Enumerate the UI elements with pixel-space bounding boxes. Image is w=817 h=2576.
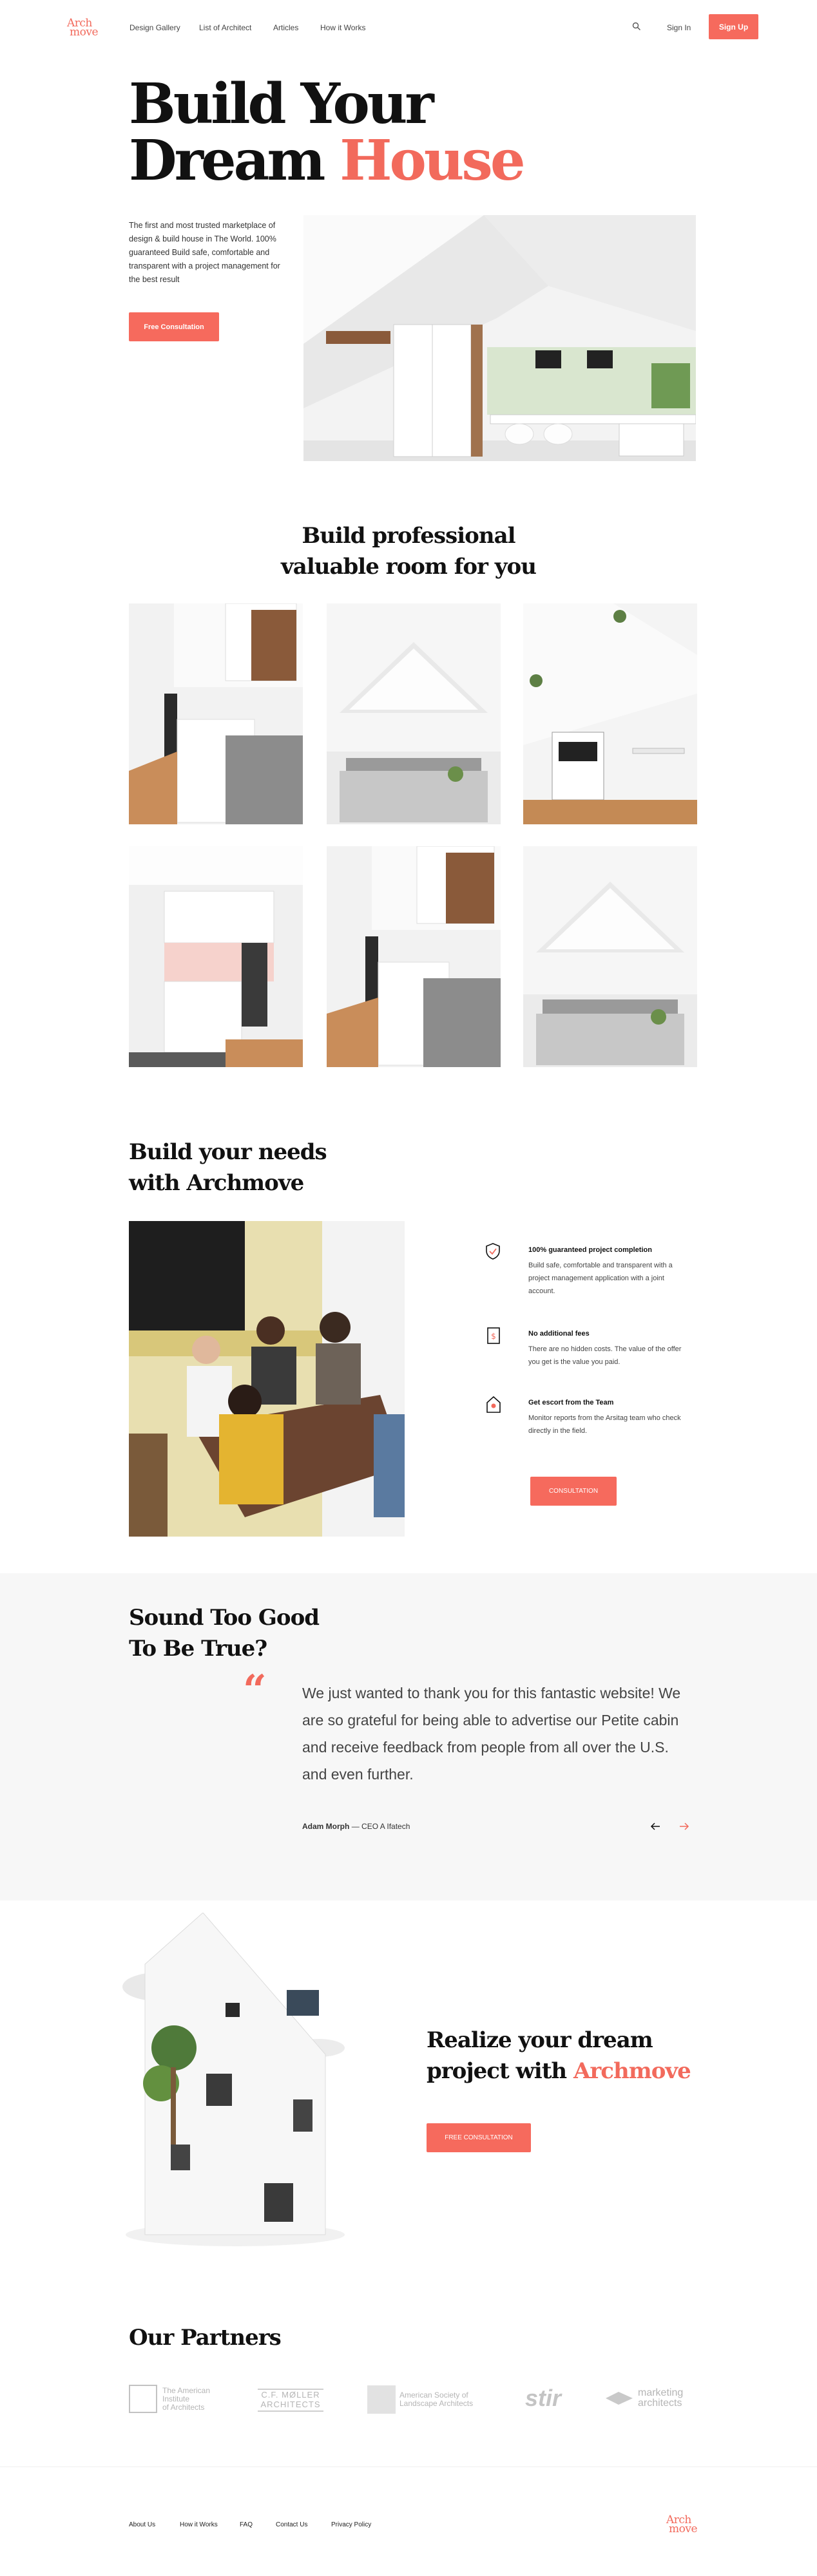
arrow-right-icon[interactable] [679, 1822, 689, 1831]
feature-text-fees: There are no hidden costs. The value of … [528, 1345, 682, 1366]
feature-text-escort: Monitor reports from the Arsitag team wh… [528, 1414, 681, 1435]
partner-logo-marketing-architects: marketing architects [604, 2388, 683, 2409]
consultation-button[interactable]: CONSULTATION [530, 1477, 617, 1506]
partner-cfm-line-1: C.F. MØLLER [261, 2390, 320, 2400]
gallery-image-kitchen-1[interactable] [129, 603, 303, 824]
testimonial-author: Adam Morph [302, 1822, 350, 1831]
partner-ma-line-2: architects [638, 2398, 682, 2409]
gallery-image-kitchen-3[interactable] [327, 846, 501, 1067]
gallery-title-line-2: valuable room for you [281, 554, 537, 580]
hero-title: Build Your Dream House [129, 71, 526, 189]
needs-title: Build your needs with Archmove [129, 1137, 327, 1198]
footer-link-privacy[interactable]: Privacy Policy [331, 2521, 371, 2528]
logo-line-2: move [70, 26, 99, 39]
realize-title: Realize your dream project with Archmove [427, 2025, 691, 2087]
shield-check-icon [486, 1243, 500, 1260]
testimonial-quote: We just wanted to thank you for this fan… [302, 1685, 681, 1783]
testimonial-section: Sound Too Good To Be True? “ We just wan… [0, 1573, 817, 1900]
free-consultation-button[interactable]: Free Consultation [129, 312, 219, 341]
nav-link-articles[interactable]: Articles [273, 23, 298, 32]
house-pin-icon [486, 1396, 501, 1413]
gallery-image-bedroom-1[interactable] [327, 603, 501, 824]
svg-text:$: $ [491, 1332, 496, 1341]
aia-emblem-icon [129, 2385, 157, 2413]
partners-title: Our Partners [129, 2325, 282, 2351]
hero-title-accent: House [340, 128, 525, 193]
marketing-architects-icon [604, 2391, 634, 2406]
partner-cfm-line-2: ARCHITECTS [260, 2400, 321, 2409]
modern-house-image [113, 1913, 358, 2248]
footer-link-faq[interactable]: FAQ [240, 2521, 253, 2528]
footer-logo-line-2: move [669, 2523, 698, 2535]
feature-title-fees: No additional fees [528, 1330, 590, 1338]
sign-up-button[interactable]: Sign Up [709, 14, 758, 39]
partner-aia-line-3: of Architects [162, 2402, 205, 2412]
footer-logo[interactable]: Arch move [666, 2515, 698, 2535]
feature-title-escort: Get escort from the Team [528, 1399, 614, 1406]
hero-title-line-2: Dream [129, 128, 325, 193]
gallery-title-line-1: Build professional [302, 523, 515, 549]
price-tag-icon: $ [487, 1327, 500, 1344]
nav-link-how-it-works[interactable]: How it Works [320, 23, 365, 32]
asla-emblem-icon [367, 2385, 396, 2414]
nav-link-design-gallery[interactable]: Design Gallery [130, 23, 180, 32]
realize-title-accent: Archmove [573, 2058, 691, 2084]
free-consultation-button-2[interactable]: FREE CONSULTATION [427, 2123, 531, 2152]
nav-link-list-of-architect[interactable]: List of Architect [199, 23, 251, 32]
arrow-left-icon[interactable] [650, 1822, 660, 1831]
gallery-title: Build professional valuable room for you [0, 520, 817, 582]
partner-aia-line-1: The American [162, 2385, 211, 2395]
partner-logo-stir: stir [525, 2385, 562, 2411]
testimonial-title-line-1: Sound Too Good [129, 1605, 320, 1631]
realize-title-line-2: project with [427, 2058, 567, 2084]
footer-link-how-it-works[interactable]: How it Works [180, 2521, 218, 2528]
partner-ma-line-1: marketing [638, 2387, 684, 2398]
search-icon[interactable] [632, 22, 641, 31]
testimonial-title: Sound Too Good To Be True? [129, 1602, 320, 1664]
quote-icon: “ [243, 1666, 267, 1714]
footer-link-about[interactable]: About Us [129, 2521, 155, 2528]
gallery-image-study[interactable] [523, 603, 697, 824]
sign-in-link[interactable]: Sign In [667, 23, 691, 32]
brand-logo[interactable]: Arch move [67, 18, 99, 39]
needs-title-line-2: with Archmove [129, 1170, 304, 1196]
team-meeting-image [129, 1221, 405, 1537]
hero-image [303, 215, 696, 461]
gallery-image-bedroom-2[interactable] [523, 846, 697, 1067]
partner-aia-line-2: Institute [162, 2394, 190, 2403]
footer-link-contact[interactable]: Contact Us [276, 2521, 307, 2528]
gallery-image-kitchen-2[interactable] [129, 846, 303, 1067]
testimonial-author-line: Adam Morph — CEO A Ifatech [302, 1822, 410, 1831]
needs-title-line-1: Build your needs [129, 1139, 327, 1165]
hero-title-line-1: Build Your [129, 71, 434, 137]
partner-asla-line-2: Landscape Architects [399, 2399, 474, 2408]
partner-logo-asla: American Society of Landscape Architects [367, 2385, 473, 2414]
feature-title-guarantee: 100% guaranteed project completion [528, 1246, 652, 1254]
testimonial-title-line-2: To Be True? [129, 1636, 267, 1662]
partner-logo-cf-moller: C.F. MØLLER ARCHITECTS [258, 2389, 323, 2412]
realize-title-line-1: Realize your dream [427, 2027, 653, 2053]
hero-description: The first and most trusted marketplace o… [129, 221, 280, 284]
testimonial-role: — CEO A Ifatech [351, 1822, 410, 1831]
feature-text-guarantee: Build safe, comfortable and transparent … [528, 1262, 673, 1295]
partner-logo-aia: The American Institute of Architects [129, 2385, 210, 2413]
